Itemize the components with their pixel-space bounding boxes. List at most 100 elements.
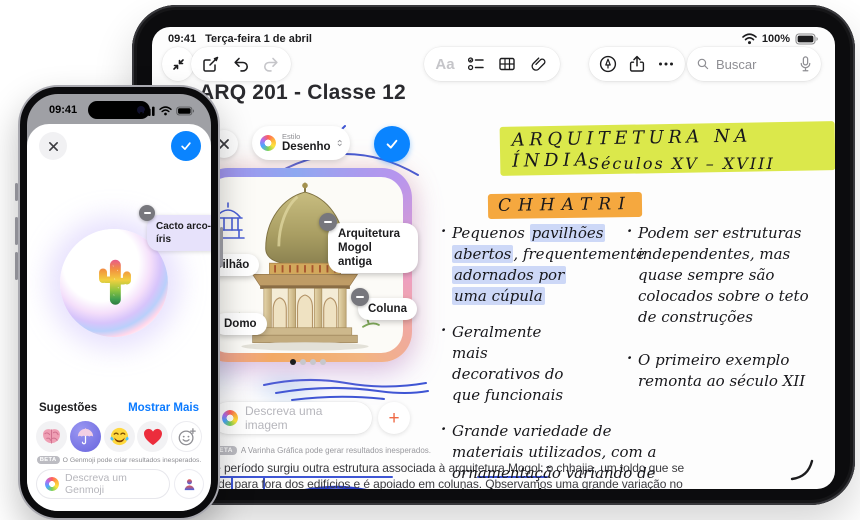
- style-picker[interactable]: Estilo Desenho: [252, 126, 350, 160]
- chevron-up-down-icon: [337, 139, 342, 147]
- note-bullet: Grande variedade de materiais utilizados…: [441, 419, 680, 489]
- plus-icon: +: [388, 407, 400, 429]
- minus-icon: [356, 296, 364, 298]
- search-icon: [697, 58, 709, 70]
- genmoji-tag[interactable]: Cacto arco-íris: [147, 215, 211, 251]
- remove-tag-column-button[interactable]: [351, 288, 369, 306]
- search-field[interactable]: Buscar: [687, 47, 821, 81]
- image-playground-icon: [45, 477, 59, 491]
- image-wand-confirm-button[interactable]: [374, 126, 410, 162]
- handwritten-subheading: Séculos XV – XVIII: [588, 154, 775, 173]
- style-value: Desenho: [282, 140, 331, 153]
- checklist-icon[interactable]: [466, 54, 486, 74]
- genmoji-close-button[interactable]: [39, 132, 67, 160]
- iphone-device: 09:41 Cacto arco-íris Sugestões Mostrar …: [15, 85, 223, 520]
- umbrella-genmoji-icon: [77, 428, 93, 445]
- pager-dot: [310, 359, 316, 365]
- pager-dot: [320, 359, 326, 365]
- handwritten-section-title: CHHATRI: [487, 191, 643, 220]
- brain-emoji-icon: [43, 429, 60, 444]
- laughing-emoji-icon: [109, 427, 129, 446]
- image-playground-icon: [222, 410, 238, 426]
- wifi-icon: [742, 33, 757, 45]
- checkmark-icon: [386, 139, 398, 149]
- ipad-screen: 09:41 Terça-feira 1 de abril 100% Aa Bus…: [152, 27, 835, 489]
- share-icon[interactable]: [627, 54, 647, 74]
- format-group: Aa: [424, 47, 560, 81]
- suggestions-header: Sugestões Mostrar Mais: [27, 402, 211, 414]
- describe-genmoji-input[interactable]: Descreva um Genmoji: [37, 470, 169, 498]
- describe-image-placeholder: Descreva uma imagem: [245, 404, 323, 432]
- markup-pen-icon[interactable]: [598, 54, 618, 74]
- stage: 09:41 Terça-feira 1 de abril 100% Aa Bus…: [0, 0, 860, 520]
- style-label: Estilo: [282, 132, 301, 141]
- suggestions-label: Sugestões: [39, 402, 98, 414]
- volume-down-button: [15, 252, 18, 280]
- beta-text: O Genmoji pode criar resultados inespera…: [62, 456, 202, 464]
- image-wand-beta-note: BETA A Varinha Gráfica pode gerar result…: [210, 446, 431, 455]
- search-placeholder: Buscar: [716, 56, 757, 72]
- ipad-statusbar: 09:41 Terça-feira 1 de abril: [168, 33, 312, 45]
- collapse-arrows-icon: [173, 59, 184, 70]
- more-ellipsis-icon[interactable]: [656, 54, 676, 74]
- minus-icon: [143, 212, 151, 214]
- tag-dome[interactable]: Domo: [214, 313, 267, 335]
- collapse-toolbar-button[interactable]: [162, 47, 194, 81]
- genmoji-beta-note: BETA O Genmoji pode criar resultados ine…: [27, 456, 211, 464]
- notes-column-right: Podem ser estruturas independentes, mas …: [627, 221, 823, 407]
- tools-group: [589, 47, 685, 81]
- checkmark-icon: [181, 142, 191, 150]
- dictation-mic-icon[interactable]: [799, 56, 812, 72]
- paperclip-icon[interactable]: [529, 54, 549, 74]
- umbrella-genmoji-button[interactable]: [69, 421, 101, 452]
- beta-badge: BETA: [36, 456, 60, 464]
- minus-icon: [324, 221, 332, 223]
- image-playground-icon: [260, 135, 276, 151]
- remove-tag-architecture-button[interactable]: [319, 213, 337, 231]
- create-emoji-button[interactable]: [171, 421, 202, 452]
- corner-pen-stroke: [790, 459, 814, 481]
- emoji-suggestions-row: [27, 421, 211, 452]
- describe-genmoji-placeholder: Descreva um Genmoji: [65, 472, 127, 496]
- volume-up-button: [15, 217, 18, 245]
- person-icon: [184, 478, 194, 490]
- battery-icon: [176, 106, 195, 116]
- text-format-button[interactable]: Aa: [435, 56, 454, 73]
- iphone-clock: 09:41: [49, 104, 78, 116]
- close-icon: [48, 141, 58, 151]
- note-title: ARQ 201 - Classe 12: [199, 81, 406, 104]
- note-bullet: O primeiro exemplo remonta ao século XII: [627, 348, 823, 392]
- power-button: [220, 227, 223, 267]
- note-bullet: Podem ser estruturas independentes, mas …: [627, 221, 816, 328]
- wifi-icon: [159, 106, 172, 116]
- battery-percent: 100%: [761, 33, 790, 45]
- show-more-link[interactable]: Mostrar Mais: [128, 402, 199, 414]
- add-emoji-icon: [178, 427, 196, 445]
- add-suggestion-button[interactable]: +: [378, 402, 410, 434]
- heart-emoji-button[interactable]: [137, 421, 169, 452]
- edit-group: [191, 47, 291, 81]
- rainbow-cactus-genmoji: [99, 259, 131, 305]
- action-button: [15, 183, 18, 201]
- tag-architecture[interactable]: Arquitetura Mogol antiga: [328, 223, 418, 273]
- brain-emoji-button[interactable]: [36, 421, 67, 452]
- ipad-status-right: 100%: [742, 33, 819, 45]
- undo-icon[interactable]: [231, 54, 251, 74]
- compose-icon[interactable]: [201, 54, 221, 74]
- ipad-clock: 09:41: [168, 33, 197, 45]
- ipad-date: Terça-feira 1 de abril: [205, 33, 312, 45]
- remove-genmoji-tag-button[interactable]: [139, 205, 155, 221]
- iphone-screen: 09:41 Cacto arco-íris Sugestões Mostrar …: [27, 94, 211, 511]
- beta-text: A Varinha Gráfica pode gerar resultados …: [240, 446, 431, 455]
- person-genmoji-button[interactable]: [175, 470, 203, 498]
- ipad-device: 09:41 Terça-feira 1 de abril 100% Aa Bus…: [132, 5, 855, 505]
- note-bullet: Geralmente mais decorativos do que funci…: [441, 320, 577, 406]
- pager-dot: [300, 359, 306, 365]
- laughing-emoji-button[interactable]: [103, 421, 135, 452]
- table-icon[interactable]: [497, 54, 517, 74]
- redo-icon[interactable]: [261, 54, 281, 74]
- describe-image-input[interactable]: Descreva uma imagem: [212, 402, 372, 434]
- image-pager-dots[interactable]: [290, 359, 326, 365]
- genmoji-confirm-button[interactable]: [171, 131, 201, 161]
- battery-icon: [795, 33, 818, 45]
